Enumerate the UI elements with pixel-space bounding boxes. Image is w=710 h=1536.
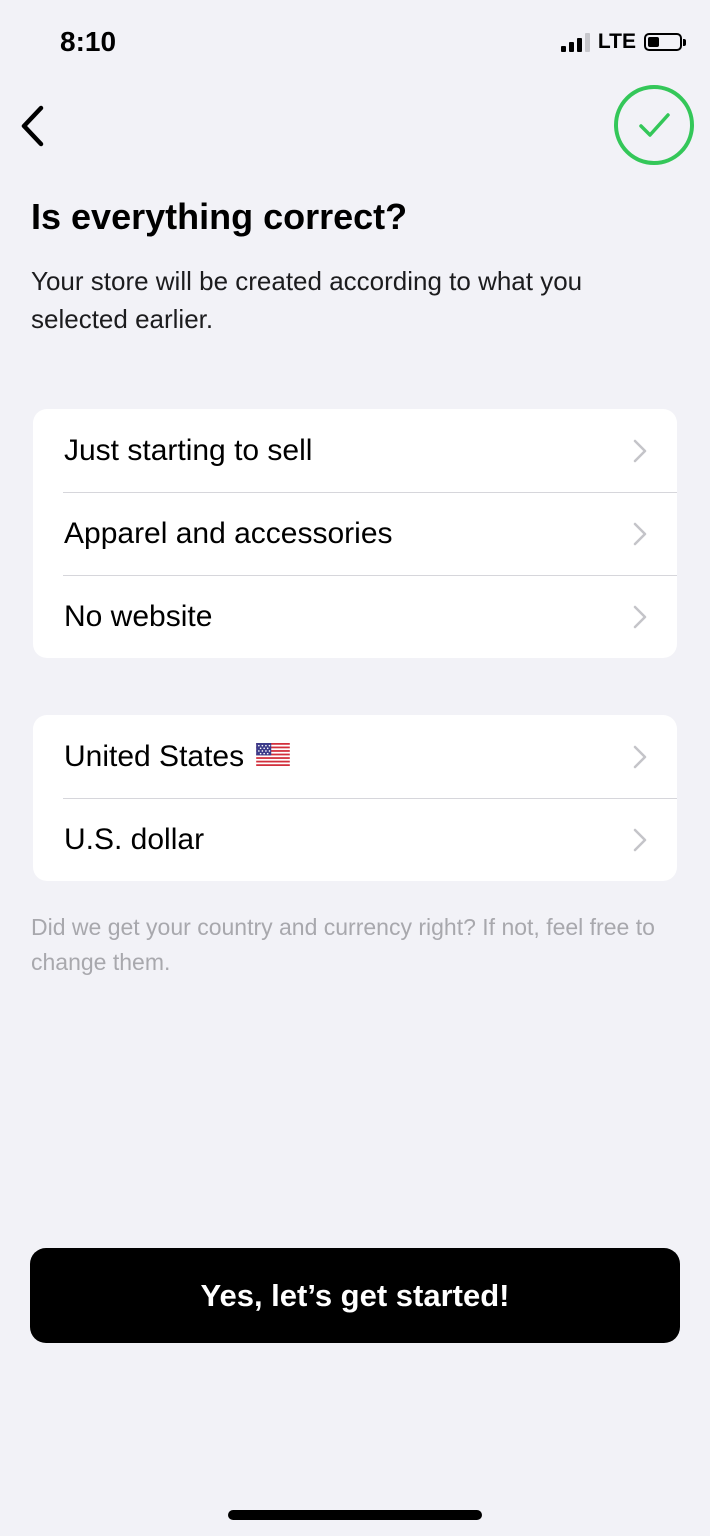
chevron-right-icon xyxy=(633,828,647,851)
battery-icon xyxy=(644,33,686,51)
page-title: Is everything correct? xyxy=(31,196,408,237)
selection-row-category[interactable]: Apparel and accessories xyxy=(33,492,677,575)
get-started-button[interactable]: Yes, let’s get started! xyxy=(30,1248,680,1343)
page-subtitle: Your store will be created according to … xyxy=(31,266,583,334)
signal-strength-icon xyxy=(560,32,590,52)
selection-label: Just starting to sell xyxy=(64,433,313,467)
chevron-right-icon xyxy=(633,522,647,545)
us-flag-icon xyxy=(256,743,290,766)
country-row[interactable]: United States xyxy=(33,715,677,798)
currency-row[interactable]: U.S. dollar xyxy=(33,798,677,881)
network-type: LTE xyxy=(597,30,636,53)
locale-card: United States U.S. dollar xyxy=(33,715,677,881)
chevron-right-icon xyxy=(633,745,647,768)
battery-level xyxy=(648,37,659,47)
home-indicator[interactable] xyxy=(228,1510,482,1520)
locale-helper-text: Did we get your country and currency rig… xyxy=(31,914,655,975)
country-label: United States xyxy=(64,739,245,773)
currency-label: U.S. dollar xyxy=(64,822,205,856)
selection-row-experience[interactable]: Just starting to sell xyxy=(33,409,677,492)
back-button[interactable] xyxy=(10,100,54,152)
selections-card: Just starting to sell Apparel and access… xyxy=(33,409,677,658)
status-indicators: LTE xyxy=(560,30,686,54)
status-time: 8:10 xyxy=(60,26,117,57)
selection-row-website[interactable]: No website xyxy=(33,575,677,658)
chevron-left-icon xyxy=(21,105,44,147)
status-bar: 8:10 LTE xyxy=(0,0,710,90)
selection-label: No website xyxy=(64,599,213,633)
confirm-button[interactable] xyxy=(613,84,695,166)
chevron-right-icon xyxy=(633,605,647,628)
chevron-right-icon xyxy=(633,439,647,462)
checkmark-circle-icon xyxy=(614,85,694,165)
selection-label: Apparel and accessories xyxy=(64,516,393,550)
